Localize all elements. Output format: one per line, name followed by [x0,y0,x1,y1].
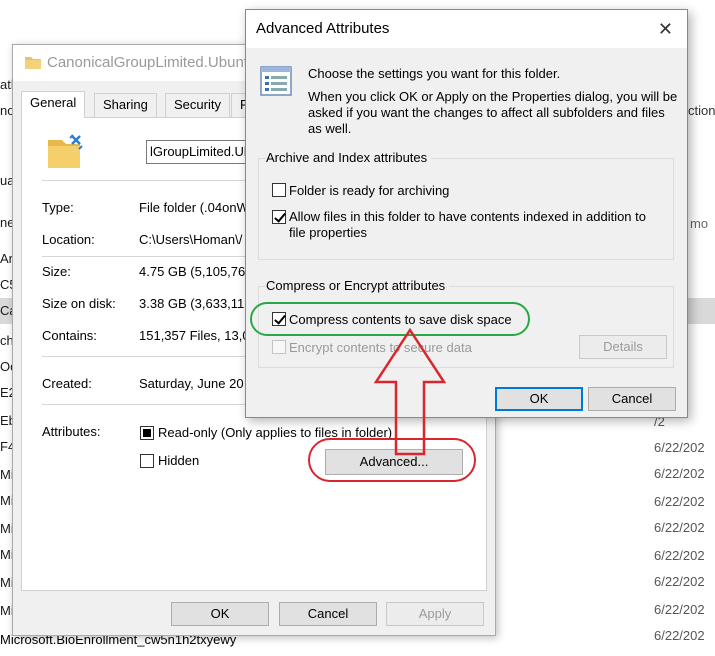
ok-button[interactable]: OK [171,602,269,626]
created-label: Created: [42,376,92,391]
hidden-label: Hidden [158,453,200,468]
advanced-intro-line3: as well. [308,121,352,136]
folder-compressed-icon [48,134,83,168]
created-value: Saturday, June 20 [139,376,244,391]
cancel-button[interactable]: Cancel [279,602,377,626]
bg-date: 6/22/202 [654,494,705,509]
bg-date: 6/22/202 [654,548,705,563]
properties-title: CanonicalGroupLimited.Ubunt [47,54,248,71]
archive-label: Folder is ready for archiving [289,183,450,198]
bg-date: 6/22/202 [654,466,705,481]
type-label: Type: [42,200,74,215]
index-label-line1: Allow files in this folder to have conte… [289,209,646,224]
advanced-cancel-button[interactable]: Cancel [588,387,676,411]
advanced-attributes-dialog: Advanced Attributes ✕ Choose the setting… [245,9,688,418]
bg-date: 6/22/202 [654,440,705,455]
bg-right-fragment: ction [688,103,715,118]
encrypt-checkbox[interactable] [272,340,286,354]
attributes-label: Attributes: [42,424,101,439]
size-value: 4.75 GB (5,105,760 [139,264,253,279]
readonly-checkbox[interactable] [140,426,154,440]
advanced-intro-line1: When you click OK or Apply on the Proper… [308,89,678,104]
size-on-disk-label: Size on disk: [42,296,116,311]
bg-right-fragment: mo [690,216,709,231]
compress-group-label: Compress or Encrypt attributes [266,278,450,293]
tab-security[interactable]: Security [165,93,230,117]
size-on-disk-value: 3.38 GB (3,633,115 [139,296,252,311]
contains-label: Contains: [42,328,97,343]
archive-checkbox[interactable] [272,183,286,197]
contains-value: 151,357 Files, 13,0 [139,328,250,343]
size-label: Size: [42,264,71,279]
bg-date: 6/22/202 [654,602,705,617]
type-value: File folder (.04onW [139,200,249,215]
folder-icon [25,57,41,69]
advanced-intro-line2: asked if you want the changes to affect … [308,105,665,120]
advanced-intro: Choose the settings you want for this fo… [308,66,561,81]
index-checkbox[interactable] [272,210,286,224]
advanced-title: Advanced Attributes [256,20,390,37]
apply-button[interactable]: Apply [386,602,484,626]
index-label-line2: file properties [289,225,368,240]
details-button[interactable]: Details [579,335,667,359]
advanced-ok-button[interactable]: OK [495,387,583,411]
advanced-titlebar[interactable]: Advanced Attributes ✕ [246,10,687,48]
tab-general[interactable]: General [21,91,86,118]
bg-date: 6/22/202 [654,628,705,643]
attributes-list-icon [260,66,292,96]
location-label: Location: [42,232,95,247]
archive-group-label: Archive and Index attributes [266,150,432,165]
hidden-checkbox[interactable] [140,454,154,468]
bg-date: 6/22/202 [654,520,705,535]
location-value: C:\Users\Homan\/ [139,232,243,247]
red-arrow-annotation [373,327,447,456]
close-icon[interactable]: ✕ [658,19,673,40]
tab-sharing[interactable]: Sharing [94,93,157,117]
bg-date: 6/22/202 [654,574,705,589]
